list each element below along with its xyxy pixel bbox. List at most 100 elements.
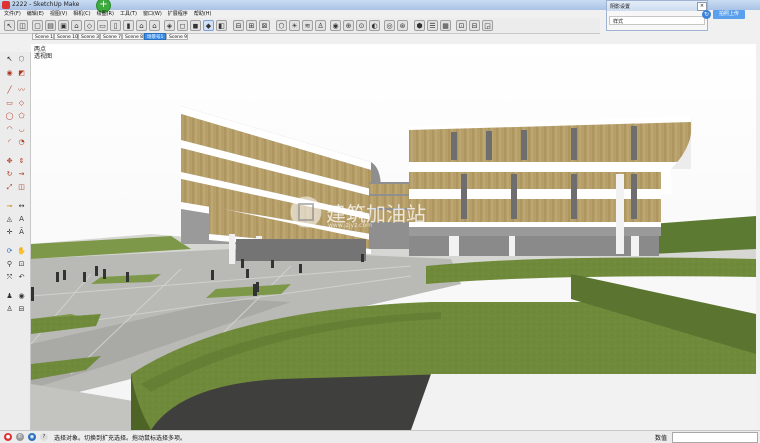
menu-window[interactable]: 窗口(W) (143, 10, 162, 18)
axes-icon[interactable]: ✛ (4, 227, 15, 238)
pie-icon[interactable]: ◔ (16, 137, 27, 148)
line-tool-icon[interactable]: ╱ (4, 85, 15, 96)
extension-icon[interactable]: ⬢ (414, 20, 425, 31)
save-icon[interactable]: ▣ (58, 20, 69, 31)
help-icon[interactable]: ? (40, 433, 48, 441)
tab-scene-3[interactable]: Scene 3 (78, 33, 100, 40)
top-view-icon[interactable]: ▭ (97, 20, 108, 31)
component-icon[interactable]: ⬡ (276, 20, 287, 31)
panel-style-row[interactable]: 样式 (609, 16, 705, 25)
orbit-icon[interactable]: ⟳ (4, 246, 15, 257)
zoom-extents-tool-icon[interactable]: ⤧ (4, 272, 15, 283)
circle-icon[interactable]: ◯ (4, 111, 15, 122)
zoom-window-icon[interactable]: ⊡ (16, 259, 27, 270)
tab-scene-9[interactable]: Scene 9 (166, 33, 188, 40)
right-view-icon[interactable]: ▮ (123, 20, 134, 31)
previous-view-icon[interactable]: ↶ (16, 272, 27, 283)
section-cut-icon[interactable]: ⊠ (259, 20, 270, 31)
paint-bucket-icon[interactable]: ◉ (4, 68, 15, 79)
select-tool-icon[interactable]: ↖ (4, 54, 15, 65)
menu-file[interactable]: 文件(F) (4, 10, 21, 18)
iso-view-icon[interactable]: ◇ (84, 20, 95, 31)
position-camera-tool-icon[interactable]: ♟ (4, 291, 15, 302)
new-icon[interactable]: ▢ (32, 20, 43, 31)
upload-icon[interactable]: ↻ (702, 10, 711, 19)
protractor-icon[interactable]: ◬ (4, 214, 15, 225)
tab-scene-10[interactable]: Scene 10 (54, 33, 78, 40)
textured-icon[interactable]: ◧ (216, 20, 227, 31)
menu-extensions[interactable]: 扩展程序 (168, 10, 188, 18)
menu-help[interactable]: 帮助(H) (194, 10, 212, 18)
arc-icon[interactable]: ◠ (4, 124, 15, 135)
look-around-icon[interactable]: ◉ (330, 20, 341, 31)
dimension-icon[interactable]: ↔ (16, 201, 27, 212)
left-tool-palette: ↖ ⬡ ◉ ◩ ╱ 〰 ▭ ◇ ◯ ⬠ ◠ ◡ ◜ ◔ ✥ ⇕ ↻ ⇝ ⤢ ◫ … (0, 52, 31, 430)
fill-icon[interactable]: ◐ (369, 20, 380, 31)
model-viewport[interactable]: 两点 透视图 (31, 44, 756, 430)
credits-icon[interactable]: © (16, 433, 24, 441)
rotated-rect-icon[interactable]: ◇ (16, 98, 27, 109)
outliner-icon[interactable]: ⊡ (456, 20, 467, 31)
zoom-icon[interactable]: ⚲ (4, 259, 15, 270)
photo-upload-widget: ↻ 拍照上传 (702, 8, 746, 22)
move-icon[interactable]: ✥ (4, 156, 15, 167)
two-point-arc-icon[interactable]: ◡ (16, 124, 27, 135)
sandbox-icon[interactable]: ◲ (482, 20, 493, 31)
text-icon[interactable]: A (16, 214, 27, 225)
tab-scene-selected[interactable]: 场景号1 (144, 33, 166, 40)
user-icon[interactable]: ◉ (28, 433, 36, 441)
scene-tabs: Scene 1 Scene 10 Scene 3 Scene 7 Scene 8… (32, 33, 292, 41)
section-display-icon[interactable]: ⊞ (246, 20, 257, 31)
back-view-icon[interactable]: ⌂ (136, 20, 147, 31)
3d-text-icon[interactable]: Ā (16, 227, 27, 238)
tab-scene-8[interactable]: Scene 8 (122, 33, 144, 40)
left-view-icon[interactable]: ⌂ (149, 20, 160, 31)
fog-icon[interactable]: ≋ (302, 20, 313, 31)
menu-draw[interactable]: 绘图(R) (97, 10, 114, 18)
select-arrow-icon[interactable]: ↖ (4, 20, 15, 31)
position-camera-icon[interactable]: ⊕ (343, 20, 354, 31)
tab-scene-1[interactable]: Scene 1 (32, 33, 54, 40)
section-plane-icon[interactable]: ⊟ (233, 20, 244, 31)
upload-button[interactable]: 拍照上传 (713, 10, 745, 19)
geo-location-icon[interactable]: ● (4, 433, 12, 441)
tab-scene-7[interactable]: Scene 7 (100, 33, 122, 40)
hidden-line-icon[interactable]: ◼ (190, 20, 201, 31)
menu-view[interactable]: 视图(V) (50, 10, 67, 18)
layers-icon[interactable]: ☰ (427, 20, 438, 31)
open-icon[interactable]: ▤ (45, 20, 56, 31)
walk-icon[interactable]: ♙ (315, 20, 326, 31)
front-view-icon[interactable]: ▯ (110, 20, 121, 31)
scenes-icon[interactable]: ⊟ (469, 20, 480, 31)
look-around-tool-icon[interactable]: ◉ (16, 291, 27, 302)
scale-icon[interactable]: ⤢ (4, 182, 15, 193)
styles-icon[interactable]: ▦ (440, 20, 451, 31)
rotate-icon[interactable]: ↻ (4, 169, 15, 180)
push-pull-icon[interactable]: ⇕ (16, 156, 27, 167)
3d-warehouse-icon[interactable]: ◎ (384, 20, 395, 31)
zoom-extents-icon[interactable]: ⊙ (356, 20, 367, 31)
three-point-arc-icon[interactable]: ◜ (4, 137, 15, 148)
pan-icon[interactable]: ✋ (16, 246, 27, 257)
freehand-icon[interactable]: 〰 (16, 85, 27, 96)
menu-tools[interactable]: 工具(T) (120, 10, 137, 18)
walk-tool-icon[interactable]: ♙ (4, 304, 15, 315)
menu-edit[interactable]: 编辑(E) (27, 10, 44, 18)
wireframe-icon[interactable]: ◻ (177, 20, 188, 31)
shaded-icon[interactable]: ◆ (203, 20, 214, 31)
house-icon[interactable]: ⌂ (71, 20, 82, 31)
tape-measure-icon[interactable]: ⊸ (4, 201, 15, 212)
eraser-tool-icon[interactable]: ◩ (16, 68, 27, 79)
rectangle-icon[interactable]: ▭ (4, 98, 15, 109)
offset-icon[interactable]: ◫ (16, 182, 27, 193)
eraser-icon[interactable]: ◫ (17, 20, 28, 31)
geo-icon[interactable]: ⊛ (397, 20, 408, 31)
xray-icon[interactable]: ◈ (164, 20, 175, 31)
follow-me-icon[interactable]: ⇝ (16, 169, 27, 180)
section-tool-icon[interactable]: ⊟ (16, 304, 27, 315)
make-component-icon[interactable]: ⬡ (16, 54, 27, 65)
polygon-icon[interactable]: ⬠ (16, 111, 27, 122)
menu-camera[interactable]: 相机(C) (73, 10, 90, 18)
shadow-icon[interactable]: ☀ (289, 20, 300, 31)
measurements-input[interactable] (672, 432, 758, 443)
